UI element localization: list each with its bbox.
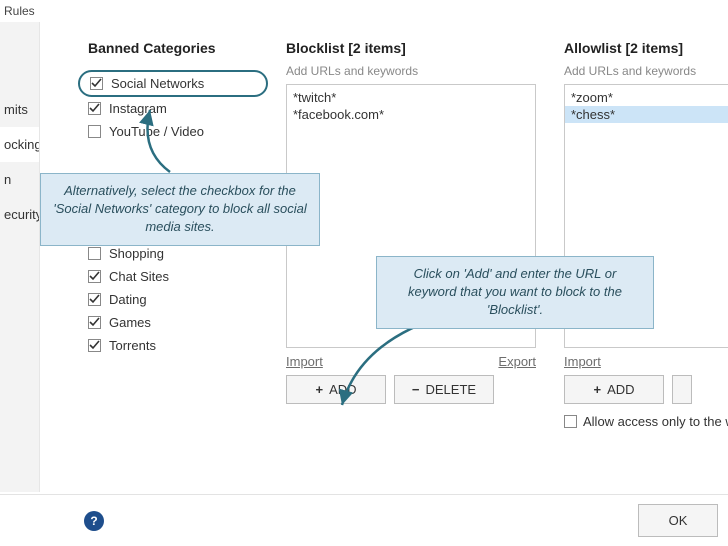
blocklist-export-link[interactable]: Export [498, 354, 536, 369]
tooltip-blocklist: Click on 'Add' and enter the URL or keyw… [376, 256, 654, 329]
checkbox-icon [88, 247, 101, 260]
tooltip-categories: Alternatively, select the checkbox for t… [40, 173, 320, 246]
list-item[interactable]: *chess* [565, 106, 728, 123]
sidebar-item-blocking[interactable]: ocking [0, 127, 39, 162]
sidebar-item-security[interactable]: ecurity [0, 197, 39, 232]
sidebar-item-n[interactable]: n [0, 162, 39, 197]
checkbox-icon [88, 125, 101, 138]
sidebar-item-limits[interactable]: mits [0, 92, 39, 127]
minus-icon: − [412, 382, 420, 397]
allow-only-checkbox[interactable]: Allow access only to the w [564, 414, 728, 429]
category-item[interactable]: YouTube / Video [88, 120, 258, 143]
footer: ? OK [0, 494, 728, 546]
allowlist-import-link[interactable]: Import [564, 354, 601, 369]
category-label: Social Networks [111, 76, 204, 91]
list-item[interactable]: *facebook.com* [293, 106, 529, 123]
category-label: Chat Sites [109, 269, 169, 284]
blocklist-title: Blocklist [2 items] [286, 40, 536, 56]
allowlist-add-label: ADD [607, 382, 634, 397]
allow-only-label: Allow access only to the w [583, 414, 728, 429]
ok-button[interactable]: OK [638, 504, 718, 537]
list-item[interactable]: *twitch* [293, 89, 529, 106]
banned-title: Banned Categories [88, 40, 258, 56]
checkbox-icon [88, 293, 101, 306]
checkbox-icon [88, 339, 101, 352]
window-title: Rules [0, 0, 728, 22]
category-item[interactable]: Instagram [88, 97, 258, 120]
checkbox-icon [88, 316, 101, 329]
allowlist-links: Import [564, 354, 728, 369]
blocklist-delete-label: DELETE [426, 382, 477, 397]
allowlist-extra-button[interactable] [672, 375, 692, 404]
category-label: Dating [109, 292, 147, 307]
category-item[interactable]: Chat Sites [88, 265, 258, 288]
blocklist-links: Import Export [286, 354, 536, 369]
blocklist-delete-button[interactable]: − DELETE [394, 375, 494, 404]
allowlist-title: Allowlist [2 items] [564, 40, 728, 56]
category-item[interactable]: Torrents [88, 334, 258, 357]
category-label: YouTube / Video [109, 124, 204, 139]
list-item[interactable]: *zoom* [571, 89, 728, 106]
allowlist-add-button[interactable]: + ADD [564, 375, 664, 404]
sidebar: mits ocking n ecurity [0, 22, 40, 492]
allowlist-sub: Add URLs and keywords [564, 64, 728, 78]
blocklist-sub: Add URLs and keywords [286, 64, 536, 78]
checkbox-icon [88, 270, 101, 283]
checkbox-icon [88, 102, 101, 115]
plus-icon: + [315, 382, 323, 397]
blocklist-add-button[interactable]: + ADD [286, 375, 386, 404]
category-item[interactable]: Social Networks [78, 70, 268, 97]
category-item[interactable]: Dating [88, 288, 258, 311]
category-label: Games [109, 315, 151, 330]
category-item[interactable]: Games [88, 311, 258, 334]
category-label: Instagram [109, 101, 167, 116]
checkbox-box [564, 415, 577, 428]
category-label: Torrents [109, 338, 156, 353]
banned-categories-panel: Banned Categories Social Networks Instagr… [88, 40, 258, 492]
plus-icon: + [593, 382, 601, 397]
category-label: Shopping [109, 246, 164, 261]
blocklist-add-label: ADD [329, 382, 356, 397]
checkbox-icon [90, 77, 103, 90]
help-icon[interactable]: ? [84, 511, 104, 531]
blocklist-import-link[interactable]: Import [286, 354, 323, 369]
